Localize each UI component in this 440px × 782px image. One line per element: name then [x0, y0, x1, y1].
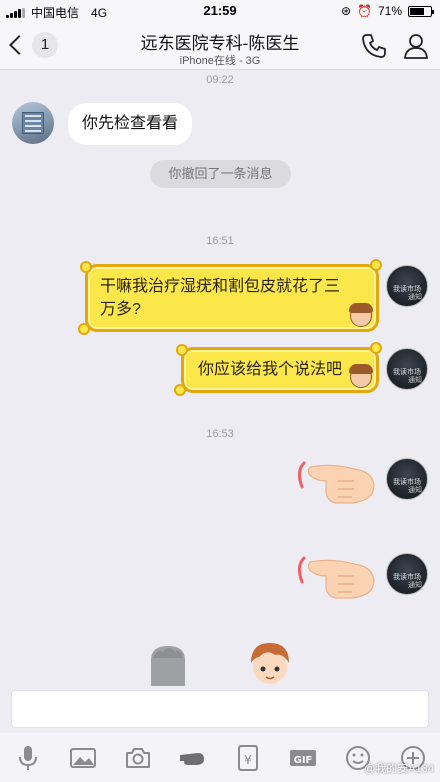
user-avatar[interactable]: 我读市场 通知 — [386, 348, 428, 390]
alarm-icon: ⏰ — [357, 4, 372, 18]
timestamp: 09:22 — [206, 74, 234, 86]
battery-fill — [410, 7, 425, 15]
gif-icon[interactable]: GIF — [288, 743, 318, 773]
status-right: ⊛ ⏰ 71% — [340, 4, 434, 18]
message-bubble-sent[interactable]: 你应该给我个说法吧 — [174, 342, 382, 396]
user-avatar[interactable]: 我读市场 通知 — [386, 265, 428, 307]
bubble-decoration — [78, 323, 90, 335]
image-icon[interactable] — [68, 743, 98, 773]
camera-icon[interactable] — [123, 743, 153, 773]
avatar-caption-small: 通知 — [408, 582, 422, 589]
status-bar: 中国电信 4G 21:59 ⊛ ⏰ 71% — [0, 0, 440, 22]
timestamp: 16:53 — [206, 428, 234, 440]
pointing-hand-sticker[interactable] — [292, 552, 382, 602]
recall-notice: 你撤回了一条消息 — [150, 160, 291, 188]
hand-icon[interactable] — [178, 743, 208, 773]
watermark: @我的安A134 — [364, 763, 434, 775]
gif-label: GIF — [293, 755, 312, 766]
message-text: 干嘛我治疗湿疣和割包皮就花了三万多? — [100, 278, 341, 318]
bubble-decoration — [370, 342, 382, 354]
gray-figure-icon — [151, 646, 185, 686]
red-packet-icon[interactable]: ¥ — [233, 743, 263, 773]
phone-icon[interactable] — [360, 32, 388, 60]
cartoon-boy-icon — [251, 643, 289, 684]
message-input[interactable] — [11, 690, 429, 728]
avatar-caption-small: 通知 — [408, 294, 422, 301]
sticker-face-icon — [349, 303, 373, 327]
message-bubble-sent[interactable]: 干嘛我治疗湿疣和割包皮就花了三万多? — [78, 259, 382, 335]
yen-label: ¥ — [244, 753, 252, 767]
sticker-face-icon — [349, 364, 373, 388]
pointing-hand-sticker[interactable] — [292, 457, 382, 507]
bubble-decoration — [176, 344, 188, 356]
microphone-icon[interactable] — [13, 743, 43, 773]
person-icon[interactable] — [402, 32, 430, 60]
avatar-caption-small: 通知 — [408, 377, 422, 384]
message-text: 你应该给我个说法吧 — [198, 361, 343, 378]
user-avatar[interactable]: 我读市场 通知 — [386, 553, 428, 595]
avatar-caption-small: 通知 — [408, 487, 422, 494]
bubble-decoration — [174, 384, 186, 396]
battery-icon — [408, 5, 434, 17]
building-image — [22, 112, 44, 134]
chat-header: 1 远东医院专科-陈医生 iPhone在线 - 3G — [0, 22, 440, 70]
battery-percent: 71% — [377, 4, 402, 18]
bubble-decoration — [80, 261, 92, 273]
doctor-avatar[interactable] — [12, 102, 54, 144]
user-avatar[interactable]: 我读市场 通知 — [386, 458, 428, 500]
message-bubble-received[interactable]: 你先检查看看 — [68, 103, 193, 145]
timestamp: 16:51 — [206, 235, 234, 247]
bubble-decoration — [370, 259, 382, 271]
rotation-lock-icon: ⊛ — [340, 4, 352, 18]
